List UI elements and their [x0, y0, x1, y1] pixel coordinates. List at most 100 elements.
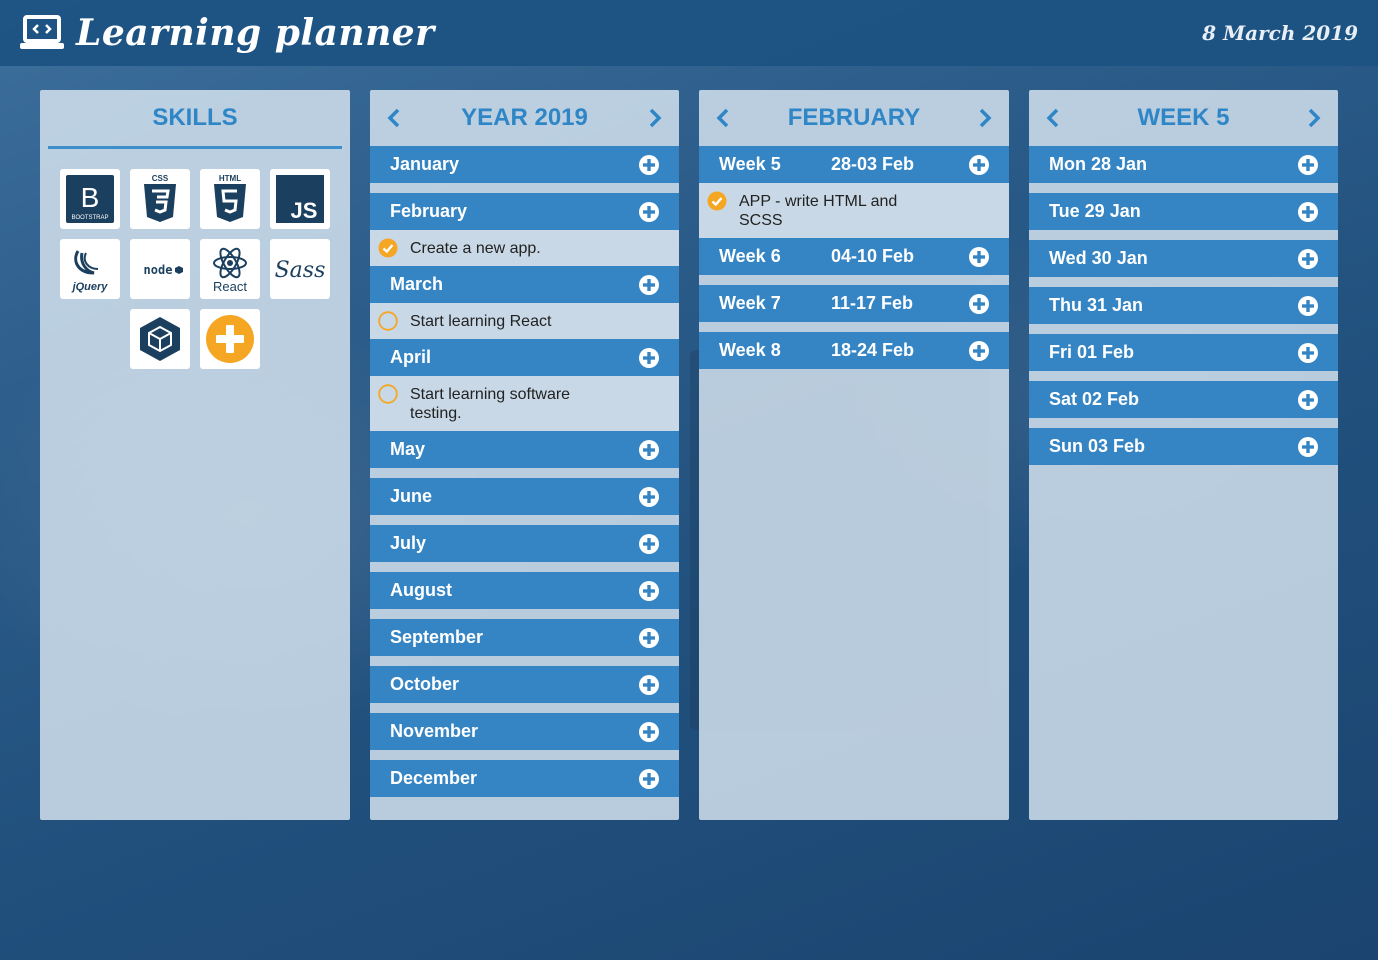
plus-circle-icon[interactable] — [639, 674, 659, 695]
day-row-wed[interactable]: Wed 30 Jan — [1029, 240, 1338, 277]
plus-circle-icon[interactable] — [1298, 154, 1318, 175]
month-row-july[interactable]: July — [370, 525, 679, 562]
day-row-mon[interactable]: Mon 28 Jan — [1029, 146, 1338, 183]
day-label: Tue 29 Jan — [1049, 201, 1141, 221]
plus-circle-icon[interactable] — [639, 347, 659, 368]
check-circle-icon[interactable] — [378, 238, 398, 258]
plus-circle-icon[interactable] — [639, 721, 659, 742]
plus-circle-icon[interactable] — [639, 533, 659, 554]
year-title: YEAR 2019 — [461, 104, 588, 131]
app-title: Learning planner — [76, 12, 435, 54]
month-row-february[interactable]: February — [370, 193, 679, 230]
skills-grid: B BOOTSTRAP CSS HTML JS jQuery node Reac… — [40, 169, 350, 369]
plus-circle-icon[interactable] — [639, 768, 659, 789]
plus-circle-icon[interactable] — [1298, 342, 1318, 363]
bootstrap-skill[interactable]: B BOOTSTRAP — [60, 169, 120, 229]
plus-circle-icon[interactable] — [639, 627, 659, 648]
svg-text:JS: JS — [291, 198, 318, 223]
day-label: Thu 31 Jan — [1049, 295, 1144, 315]
task-item: Create a new app. — [370, 230, 679, 266]
plus-circle-icon[interactable] — [639, 580, 659, 601]
react-icon: React — [213, 247, 247, 294]
week-row-7[interactable]: Week 7 11-17 Feb — [699, 285, 1009, 322]
webpack-icon — [140, 317, 180, 361]
plus-circle-icon[interactable] — [1298, 201, 1318, 222]
day-row-fri[interactable]: Fri 01 Feb — [1029, 334, 1338, 371]
add-skill-button[interactable] — [200, 309, 260, 369]
row-gap — [1029, 230, 1338, 240]
task-text: APP - write HTML and SCSS — [739, 193, 898, 229]
prev-week-button[interactable] — [1043, 106, 1063, 130]
row-gap — [699, 322, 1009, 332]
react-skill[interactable]: React — [200, 239, 260, 299]
svg-text:jQuery: jQuery — [71, 281, 109, 293]
month-row-october[interactable]: October — [370, 666, 679, 703]
plus-circle-icon[interactable] — [639, 201, 659, 222]
row-gap — [370, 468, 679, 478]
next-month-button[interactable] — [975, 106, 995, 130]
skills-divider — [48, 146, 342, 149]
task-item: APP - write HTML and SCSS — [699, 183, 1009, 238]
row-gap — [370, 609, 679, 619]
month-row-april[interactable]: April — [370, 339, 679, 376]
javascript-skill[interactable]: JS — [270, 169, 330, 229]
month-label: April — [390, 347, 432, 367]
plus-circle-icon[interactable] — [639, 486, 659, 507]
nodejs-icon: node — [144, 263, 183, 277]
html5-skill[interactable]: HTML — [200, 169, 260, 229]
sass-skill[interactable]: Sass — [270, 239, 330, 299]
plus-circle-icon[interactable] — [639, 274, 659, 295]
month-row-december[interactable]: December — [370, 760, 679, 797]
css3-skill[interactable]: CSS — [130, 169, 190, 229]
empty-circle-icon[interactable] — [378, 384, 398, 404]
row-gap — [370, 183, 679, 193]
month-row-june[interactable]: June — [370, 478, 679, 515]
plus-circle-icon[interactable] — [1298, 248, 1318, 269]
svg-text:CSS: CSS — [152, 174, 169, 183]
month-row-january[interactable]: January — [370, 146, 679, 183]
chevron-right-icon — [979, 108, 992, 128]
task-item: Start learning React — [370, 303, 679, 339]
next-year-button[interactable] — [645, 106, 665, 130]
check-circle-icon[interactable] — [707, 191, 727, 211]
month-row-may[interactable]: May — [370, 431, 679, 468]
task-text: Start learning software testing. — [410, 386, 571, 422]
empty-circle-icon[interactable] — [378, 311, 398, 331]
jquery-skill[interactable]: jQuery — [60, 239, 120, 299]
day-row-sun[interactable]: Sun 03 Feb — [1029, 428, 1338, 465]
plus-circle-icon[interactable] — [1298, 295, 1318, 316]
day-row-sat[interactable]: Sat 02 Feb — [1029, 381, 1338, 418]
month-row-november[interactable]: November — [370, 713, 679, 750]
next-week-button[interactable] — [1304, 106, 1324, 130]
months-list: January February Create a new app. March Sta… — [370, 146, 679, 797]
plus-circle-icon[interactable] — [969, 246, 989, 267]
day-label: Fri 01 Feb — [1049, 342, 1135, 362]
month-panel: FEBRUARY Week 5 28-03 Feb APP - write HTML… — [699, 90, 1009, 820]
week-range: 28-03 Feb — [831, 154, 915, 174]
plus-circle-icon[interactable] — [1298, 436, 1318, 457]
plus-circle-icon[interactable] — [1298, 389, 1318, 410]
plus-circle-icon[interactable] — [639, 439, 659, 460]
month-label: September — [390, 627, 484, 647]
plus-circle-icon[interactable] — [969, 293, 989, 314]
plus-circle-icon[interactable] — [639, 154, 659, 175]
week-header: WEEK 5 — [1029, 90, 1338, 146]
day-row-tue[interactable]: Tue 29 Jan — [1029, 193, 1338, 230]
day-row-thu[interactable]: Thu 31 Jan — [1029, 287, 1338, 324]
month-row-september[interactable]: September — [370, 619, 679, 656]
chevron-left-icon — [387, 108, 400, 128]
prev-year-button[interactable] — [384, 106, 404, 130]
prev-month-button[interactable] — [713, 106, 733, 130]
month-row-march[interactable]: March — [370, 266, 679, 303]
plus-circle-icon[interactable] — [969, 340, 989, 361]
month-label: December — [390, 768, 478, 788]
webpack-skill[interactable] — [130, 309, 190, 369]
nodejs-skill[interactable]: node — [130, 239, 190, 299]
plus-circle-icon[interactable] — [969, 154, 989, 175]
row-gap — [699, 275, 1009, 285]
week-row-8[interactable]: Week 8 18-24 Feb — [699, 332, 1009, 369]
week-title: WEEK 5 — [1137, 104, 1230, 131]
week-row-5[interactable]: Week 5 28-03 Feb — [699, 146, 1009, 183]
week-row-6[interactable]: Week 6 04-10 Feb — [699, 238, 1009, 275]
month-row-august[interactable]: August — [370, 572, 679, 609]
